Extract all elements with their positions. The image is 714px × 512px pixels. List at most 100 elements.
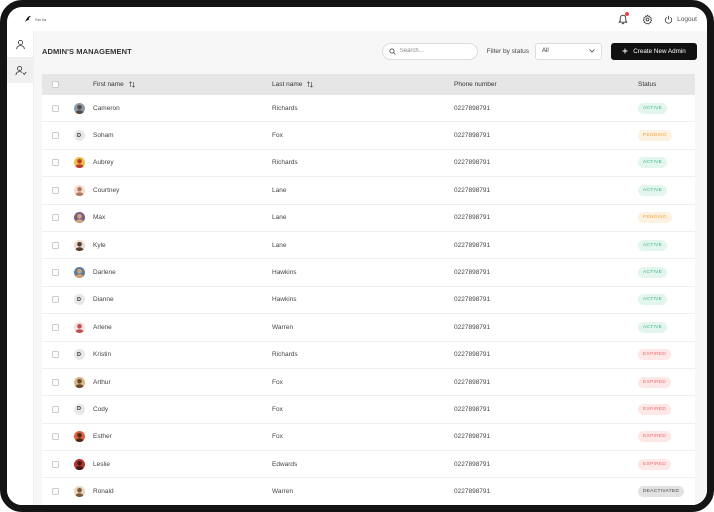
cell-first-name: Arthur [93,378,111,386]
row-checkbox[interactable] [52,433,59,441]
avatar [73,239,85,251]
column-last-name-label: Last name [272,81,303,88]
notification-dot [625,12,630,16]
column-first-name[interactable]: First name [89,81,272,88]
table-row[interactable]: Courtney Lane 0227898791 ACTIVE [42,177,695,205]
table-row[interactable]: Leslie Edwards 0227898791 EXPIRED [42,451,695,479]
cell-last-name: Richards [272,351,298,359]
logout-button[interactable]: Logout [664,15,697,24]
row-checkbox[interactable] [52,159,59,167]
cell-last-name: Fox [272,132,283,140]
table-row[interactable]: D Cody Fox 0227898791 EXPIRED [42,396,695,424]
avatar-initial: D [77,406,81,413]
row-checkbox[interactable] [52,186,59,194]
column-status: Status [638,81,657,88]
avatar-photo-icon [74,104,84,114]
avatar-initial: D [77,296,81,303]
cell-last-name: Fox [272,433,283,441]
table-row[interactable]: D Kristin Richards 0227898791 EXPIRED [42,341,695,369]
search-input[interactable] [399,48,470,54]
avatar-initial: D [77,351,81,358]
status-badge: ACTIVE [638,102,668,114]
cell-last-name: Warren [272,488,294,496]
table-row[interactable]: Aubrey Richards 0227898791 ACTIVE [42,149,695,178]
row-checkbox[interactable] [52,488,59,496]
cell-first-name: Cody [93,405,109,413]
avatar-photo-icon [74,159,84,169]
avatar: D [73,349,85,361]
sidebar-item-profile[interactable] [7,31,34,57]
avatar-initial: D [77,132,81,139]
avatar [73,184,85,196]
cell-first-name: Arlene [93,323,112,331]
row-checkbox[interactable] [52,214,59,222]
row-checkbox[interactable] [52,269,59,277]
table-row[interactable]: Max Lane 0227898791 PENDING [42,204,695,232]
status-badge: PENDING [638,212,672,224]
sort-icon[interactable] [128,81,135,88]
cell-phone: 0227898791 [454,132,491,140]
search-icon [389,47,396,55]
table-row[interactable]: D Soham Fox 0227898791 PENDING [42,122,695,150]
create-admin-button[interactable]: Create New Admin [611,42,697,60]
status-filter-select[interactable]: All [535,42,602,60]
search-box[interactable] [381,42,478,60]
cell-phone: 0227898791 [454,323,491,331]
cell-first-name: Courtney [93,186,120,194]
status-badge: EXPIRED [638,349,672,361]
plus-icon [622,48,628,54]
row-checkbox[interactable] [52,378,59,386]
avatar-photo-icon [74,214,84,224]
cell-phone: 0227898791 [454,104,491,112]
status-badge: ACTIVE [638,321,668,333]
row-checkbox[interactable] [52,323,59,331]
row-checkbox[interactable] [52,351,59,359]
table-row[interactable]: Arlene Warren 0227898791 ACTIVE [42,314,695,342]
sidebar-item-admins[interactable] [7,57,34,83]
row-checkbox[interactable] [52,132,59,140]
table-row[interactable]: Esther Fox 0227898791 EXPIRED [42,423,695,452]
cell-first-name: Cameron [93,104,120,112]
cell-phone: 0227898791 [454,269,491,277]
notifications-button[interactable] [616,12,630,26]
avatar-photo-icon [74,378,84,388]
table-row[interactable]: Cameron Richards 0227898791 ACTIVE [42,95,695,123]
create-admin-label: Create New Admin [633,47,686,55]
status-badge: ACTIVE [638,184,668,196]
avatar-photo-icon [74,269,84,279]
table-row[interactable]: Ronald Warren 0227898791 DEACTIVATED [42,478,695,505]
avatar: D [73,403,85,415]
row-checkbox[interactable] [52,405,59,413]
app-logo[interactable]: Serlia [23,14,46,24]
table-row[interactable]: D Dianne Hawkins 0227898791 ACTIVE [42,286,695,315]
cell-first-name: Ronald [93,488,114,496]
cell-phone: 0227898791 [454,296,491,304]
cell-phone: 0227898791 [454,241,491,249]
table-row[interactable]: Arthur Fox 0227898791 EXPIRED [42,368,695,397]
avatar [73,458,85,470]
row-checkbox[interactable] [52,296,59,304]
cell-last-name: Lane [272,241,287,249]
column-first-name-label: First name [93,81,124,88]
app-window: Serlia Logout ADMIN'S MANAGEMENT Search.… [0,0,714,512]
row-checkbox[interactable] [52,241,59,249]
cell-first-name: Kristin [93,351,112,359]
status-badge: EXPIRED [638,431,672,443]
avatar-photo-icon [74,323,84,333]
table-row[interactable]: Kyle Lane 0227898791 ACTIVE [42,231,695,260]
cell-last-name: Richards [272,104,298,112]
settings-button[interactable] [640,12,654,26]
avatar [73,321,85,333]
gear-icon [642,14,652,24]
avatar [73,376,85,388]
table-row[interactable]: Darlene Hawkins 0227898791 ACTIVE [42,259,695,287]
cell-first-name: Esther [93,433,112,441]
page-title: ADMIN'S MANAGEMENT [42,46,132,56]
avatar [73,486,85,498]
row-checkbox[interactable] [52,104,59,112]
column-last-name[interactable]: Last name [272,81,454,88]
row-checkbox[interactable] [52,460,59,468]
sort-icon[interactable] [307,81,314,88]
avatar-photo-icon [74,488,84,498]
select-all-checkbox[interactable] [52,81,59,88]
